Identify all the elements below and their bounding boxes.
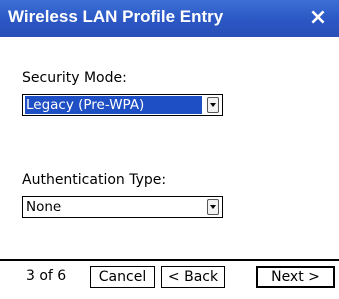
close-icon[interactable]: × xyxy=(305,4,331,32)
security-mode-label: Security Mode: xyxy=(22,70,127,86)
title-bar: Wireless LAN Profile Entry × xyxy=(0,0,339,37)
authentication-type-label: Authentication Type: xyxy=(22,172,167,188)
toolbar-divider xyxy=(0,259,339,261)
dropdown-arrow-icon[interactable] xyxy=(207,199,219,215)
window-title: Wireless LAN Profile Entry xyxy=(8,7,224,26)
dropdown-arrow-icon[interactable] xyxy=(207,97,219,113)
cancel-button[interactable]: Cancel xyxy=(90,266,155,288)
authentication-type-value: None xyxy=(26,199,62,215)
next-button[interactable]: Next > xyxy=(256,266,335,288)
back-button[interactable]: < Back xyxy=(161,266,225,288)
authentication-type-select[interactable]: None xyxy=(22,196,223,218)
security-mode-value: Legacy (Pre-WPA) xyxy=(25,96,202,114)
page-count: 3 of 6 xyxy=(26,268,67,284)
security-mode-select[interactable]: Legacy (Pre-WPA) xyxy=(22,94,223,116)
